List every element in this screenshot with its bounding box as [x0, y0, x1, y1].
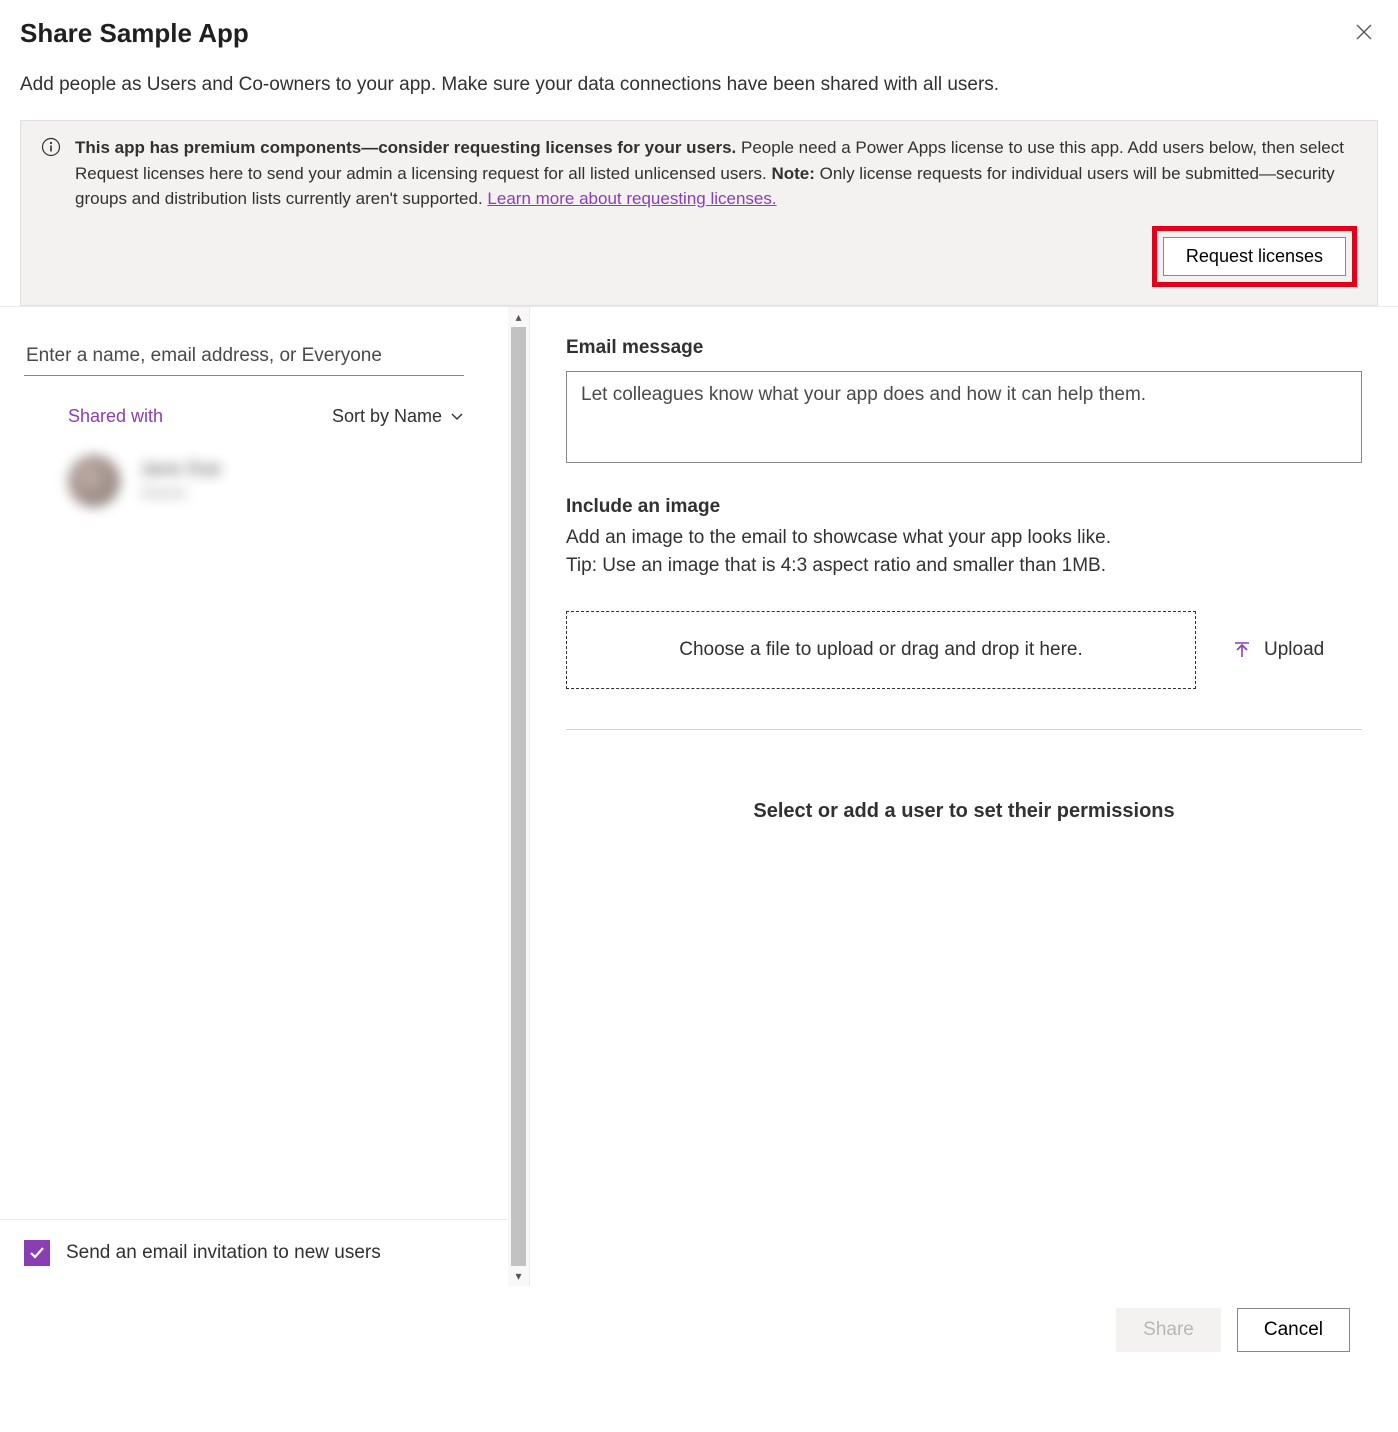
include-image-label: Include an image [566, 496, 1362, 518]
user-name: Jane Doe [140, 459, 221, 481]
cancel-button[interactable]: Cancel [1237, 1308, 1350, 1352]
info-icon [41, 137, 61, 287]
banner-bold-1: This app has premium components—consider… [75, 138, 736, 157]
send-email-label: Send an email invitation to new users [66, 1242, 381, 1264]
request-licenses-button[interactable]: Request licenses [1163, 237, 1346, 276]
include-image-help-1: Add an image to the email to showcase wh… [566, 524, 1362, 553]
dialog-title: Share Sample App [20, 18, 249, 49]
scrollbar[interactable]: ▴ ▾ [508, 307, 529, 1286]
users-panel: Shared with Sort by Name Jane Doe Owner [0, 307, 530, 1286]
chevron-down-icon [450, 409, 464, 423]
email-message-label: Email message [566, 337, 1362, 359]
checkmark-icon [28, 1244, 46, 1262]
close-icon [1354, 22, 1374, 42]
scroll-thumb[interactable] [511, 327, 526, 1266]
dialog-subtitle: Add people as Users and Co-owners to you… [20, 74, 1378, 96]
premium-banner: This app has premium components—consider… [20, 120, 1378, 306]
scroll-up-arrow[interactable]: ▴ [508, 307, 529, 327]
share-button: Share [1116, 1308, 1221, 1352]
avatar [68, 455, 120, 507]
details-panel: Email message Include an image Add an im… [530, 307, 1398, 1286]
email-message-input[interactable] [566, 371, 1362, 463]
include-image-help-2: Tip: Use an image that is 4:3 aspect rat… [566, 552, 1362, 581]
upload-label: Upload [1264, 639, 1324, 661]
learn-more-link[interactable]: Learn more about requesting licenses. [487, 189, 776, 208]
banner-body: This app has premium components—consider… [75, 135, 1357, 287]
send-email-checkbox[interactable] [24, 1240, 50, 1266]
scroll-down-arrow[interactable]: ▾ [508, 1266, 529, 1286]
shared-user-row[interactable]: Jane Doe Owner [24, 455, 505, 507]
divider [566, 729, 1362, 730]
shared-with-label: Shared with [24, 406, 163, 427]
sort-by-dropdown[interactable]: Sort by Name [332, 406, 464, 427]
upload-button[interactable]: Upload [1232, 639, 1324, 661]
banner-bold-2: Note: [771, 164, 814, 183]
permissions-prompt: Select or add a user to set their permis… [566, 800, 1362, 823]
user-search-input[interactable] [24, 337, 464, 376]
sort-label: Sort by Name [332, 406, 442, 427]
close-button[interactable] [1350, 18, 1378, 52]
dropzone-text: Choose a file to upload or drag and drop… [679, 639, 1083, 661]
file-dropzone[interactable]: Choose a file to upload or drag and drop… [566, 611, 1196, 689]
user-type: Owner [140, 485, 221, 503]
upload-icon [1232, 640, 1252, 660]
request-licenses-highlight: Request licenses [1152, 226, 1357, 287]
